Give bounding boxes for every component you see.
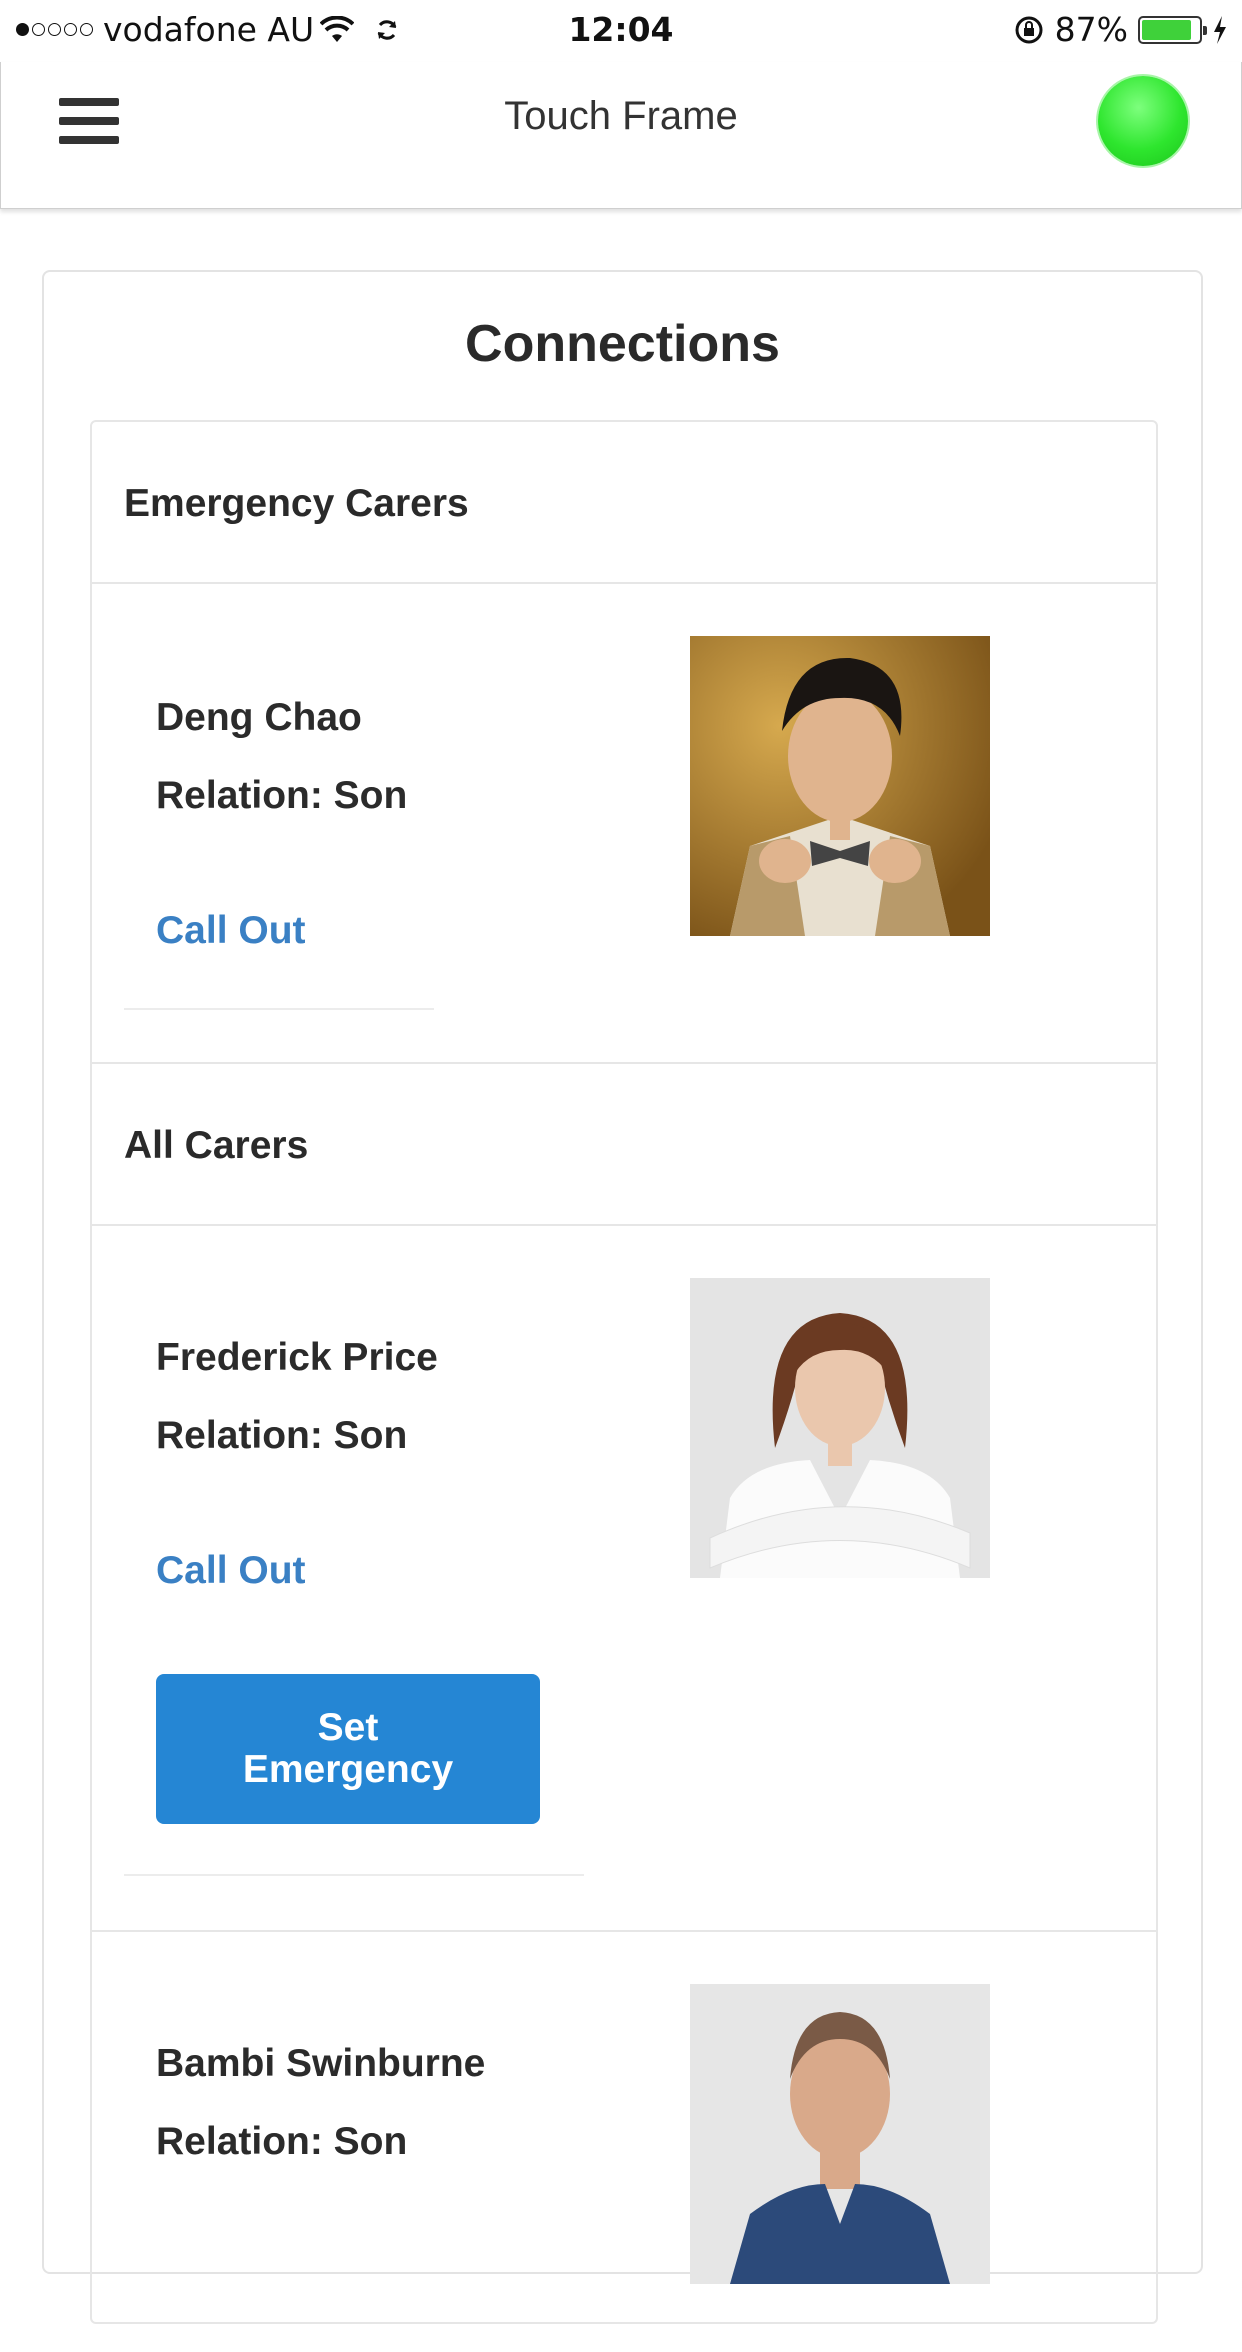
call-out-link[interactable]: Call Out — [156, 909, 306, 953]
section-title: Emergency Carers — [124, 482, 469, 525]
item-divider — [124, 1008, 434, 1010]
carer-photo — [690, 1278, 990, 1578]
set-emergency-label: Set Emergency — [242, 1706, 454, 1791]
connection-status-indicator[interactable] — [1098, 76, 1188, 166]
call-out-link[interactable]: Call Out — [156, 1549, 306, 1593]
carer-item-frederick-price: Frederick Price Relation: Son Call Out S… — [92, 1226, 1156, 1932]
carers-panel: Emergency Carers Deng Chao Relation: Son… — [90, 420, 1158, 2324]
app-title: Touch Frame — [504, 94, 738, 138]
emergency-carers-heading: Emergency Carers — [92, 422, 1156, 584]
carer-item-deng-chao: Deng Chao Relation: Son Call Out — [92, 584, 1156, 1064]
carer-item-bambi-swinburne: Bambi Swinburne Relation: Son — [92, 1932, 1156, 2352]
carer-name: Bambi Swinburne — [156, 2042, 486, 2085]
battery-percent: 87% — [1054, 10, 1128, 49]
carer-photo — [690, 1984, 990, 2284]
set-emergency-button[interactable]: Set Emergency — [156, 1674, 540, 1824]
carer-name: Deng Chao — [156, 696, 362, 739]
status-bar: vodafone AU 12:04 87% — [0, 0, 1242, 62]
carer-name: Frederick Price — [156, 1336, 438, 1379]
all-carers-heading: All Carers — [92, 1064, 1156, 1226]
carer-relation: Relation: Son — [156, 774, 408, 817]
connections-card: Connections Emergency Carers Deng Chao R… — [42, 270, 1203, 2324]
page-title: Connections — [465, 315, 780, 373]
carer-relation: Relation: Son — [156, 2120, 408, 2163]
status-right: 87% — [1013, 10, 1228, 49]
battery-icon — [1138, 15, 1207, 44]
carer-photo — [690, 636, 990, 936]
item-divider — [124, 1874, 584, 1876]
carer-relation: Relation: Son — [156, 1414, 408, 1457]
app-header: Touch Frame — [0, 62, 1242, 209]
charging-bolt-icon — [1214, 15, 1226, 44]
orientation-lock-icon — [1015, 16, 1043, 43]
section-title: All Carers — [124, 1124, 309, 1167]
